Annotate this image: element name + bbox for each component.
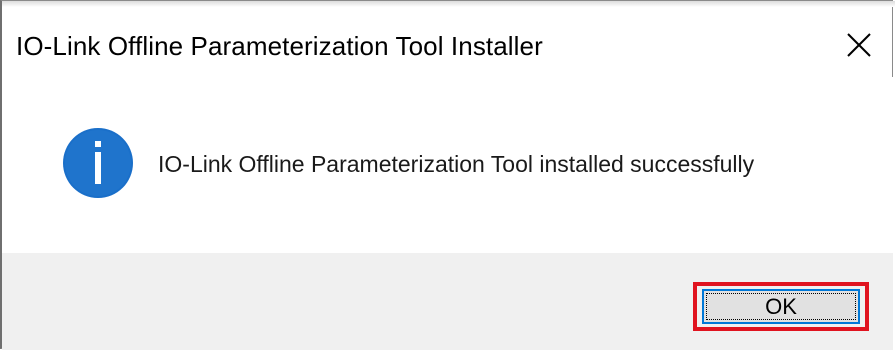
- success-message: IO-Link Offline Parameterization Tool in…: [158, 151, 755, 177]
- close-icon: [847, 33, 871, 57]
- close-button[interactable]: [837, 23, 881, 67]
- installer-dialog: IO-Link Offline Parameterization Tool In…: [0, 0, 895, 350]
- focus-ring: [706, 293, 856, 320]
- info-icon: [63, 128, 133, 198]
- ok-button[interactable]: OK: [702, 289, 860, 324]
- dialog-title: IO-Link Offline Parameterization Tool In…: [16, 31, 543, 61]
- title-bar: IO-Link Offline Parameterization Tool In…: [2, 7, 895, 77]
- dialog-footer: OK: [2, 253, 893, 350]
- dialog-content: IO-Link Offline Parameterization Tool in…: [2, 77, 895, 253]
